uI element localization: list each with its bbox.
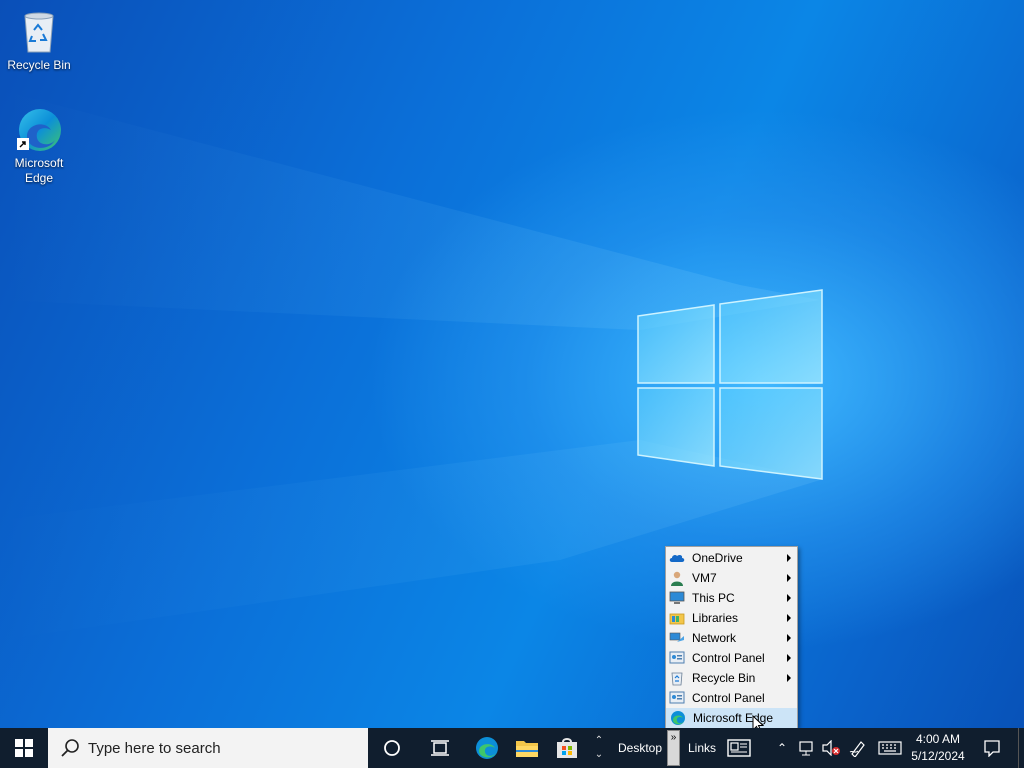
menu-item-this-pc[interactable]: This PC: [666, 588, 797, 608]
chevron-up-icon: ⌃: [776, 741, 788, 755]
task-view-button[interactable]: [420, 728, 460, 768]
menu-item-label: OneDrive: [692, 551, 743, 565]
menu-item-label: Microsoft Edge: [693, 711, 774, 725]
notification-icon: [984, 740, 1000, 757]
windows-logo-wallpaper: [637, 289, 823, 480]
pen-workspace-button[interactable]: [845, 728, 871, 768]
toolbar-cascade-menu: OneDrive VM7 This PC Libraries Network C…: [665, 546, 798, 728]
desktop-icon-recycle-bin[interactable]: Recycle Bin: [1, 8, 77, 73]
links-toolbar-label: Links: [687, 741, 716, 755]
volume-tray-button[interactable]: [819, 728, 843, 768]
taskbar: Type here to search ⌃ ⌄ Desktop » Links …: [0, 728, 1024, 768]
toolbar-scroll-buttons[interactable]: ⌃ ⌄: [592, 728, 606, 768]
store-icon: [557, 738, 577, 758]
task-view-icon: [431, 740, 449, 756]
menu-item-libraries[interactable]: Libraries: [666, 608, 797, 628]
desktop-icon-label: Microsoft Edge: [14, 156, 64, 185]
menu-item-label: VM7: [692, 571, 717, 585]
desktop[interactable]: Recycle Bin Microsoft Edge: [0, 0, 1024, 728]
action-center-button[interactable]: [978, 728, 1006, 768]
clock-date: 5/12/2024: [911, 749, 965, 763]
search-icon: [61, 739, 79, 757]
cortana-icon: [384, 740, 400, 756]
volume-muted-icon: [822, 740, 840, 756]
taskbar-edge-button[interactable]: [467, 728, 507, 768]
menu-item-control-panel-shortcut[interactable]: Control Panel: [666, 688, 797, 708]
menu-item-control-panel[interactable]: Control Panel: [666, 648, 797, 668]
file-explorer-icon: [516, 741, 538, 757]
keyboard-icon: [878, 741, 902, 755]
submenu-arrow-icon: [787, 614, 791, 622]
edge-icon: [671, 711, 685, 725]
clock-time: 4:00 AM: [915, 732, 961, 746]
edge-icon: [476, 737, 498, 759]
edge-icon: [15, 106, 63, 154]
menu-item-label: Network: [692, 631, 737, 645]
chevron-up-icon: ⌃: [594, 735, 604, 746]
show-hidden-icons-button[interactable]: ⌃: [772, 728, 792, 768]
windows-logo-icon: [15, 739, 33, 757]
menu-item-network[interactable]: Network: [666, 628, 797, 648]
chevron-down-icon: ⌄: [594, 749, 604, 760]
desktop-toolbar-label: Desktop: [617, 741, 663, 755]
taskbar-file-explorer-button[interactable]: [507, 728, 547, 768]
touch-keyboard-button[interactable]: [874, 728, 906, 768]
search-box[interactable]: Type here to search: [48, 728, 368, 768]
submenu-arrow-icon: [787, 674, 791, 682]
network-status-icon: [799, 741, 813, 756]
news-button[interactable]: [722, 728, 756, 768]
network-tray-button[interactable]: [795, 728, 819, 768]
menu-item-label: This PC: [692, 591, 735, 605]
menu-item-label: Recycle Bin: [692, 671, 756, 685]
desktop-icon-label: Recycle Bin: [7, 58, 71, 72]
news-icon: [727, 739, 751, 757]
menu-item-label: Libraries: [692, 611, 739, 625]
cortana-button[interactable]: [372, 728, 412, 768]
control-panel-icon: [669, 651, 685, 664]
menu-item-microsoft-edge[interactable]: Microsoft Edge: [666, 708, 797, 728]
network-icon: [669, 632, 684, 642]
submenu-arrow-icon: [787, 594, 791, 602]
control-panel-icon: [669, 691, 685, 704]
menu-item-label: Control Panel: [692, 651, 765, 665]
user-icon: [671, 571, 683, 586]
double-chevron-icon: »: [667, 730, 680, 766]
menu-item-recycle-bin[interactable]: Recycle Bin: [666, 668, 797, 688]
desktop-toolbar-chevron-button[interactable]: »: [667, 728, 680, 768]
desktop-icon-edge[interactable]: Microsoft Edge: [1, 106, 77, 186]
menu-item-label: Control Panel: [692, 691, 765, 705]
taskbar-store-button[interactable]: [547, 728, 587, 768]
recycle-bin-icon: [671, 672, 683, 686]
links-toolbar[interactable]: Links: [684, 728, 720, 768]
submenu-arrow-icon: [787, 554, 791, 562]
recycle-bin-icon: [15, 8, 63, 56]
submenu-arrow-icon: [787, 634, 791, 642]
computer-icon: [669, 591, 685, 604]
search-placeholder: Type here to search: [88, 739, 221, 757]
submenu-arrow-icon: [787, 654, 791, 662]
libraries-icon: [669, 613, 685, 625]
clock[interactable]: 4:00 AM 5/12/2024: [906, 731, 970, 765]
desktop-toolbar[interactable]: Desktop: [612, 728, 668, 768]
show-desktop-button[interactable]: [1018, 728, 1024, 768]
menu-item-onedrive[interactable]: OneDrive: [666, 548, 797, 568]
wallpaper-beams: [0, 90, 820, 640]
onedrive-icon: [669, 554, 685, 562]
menu-item-vm7[interactable]: VM7: [666, 568, 797, 588]
start-button[interactable]: [0, 728, 48, 768]
pen-icon: [849, 741, 865, 757]
submenu-arrow-icon: [787, 574, 791, 582]
